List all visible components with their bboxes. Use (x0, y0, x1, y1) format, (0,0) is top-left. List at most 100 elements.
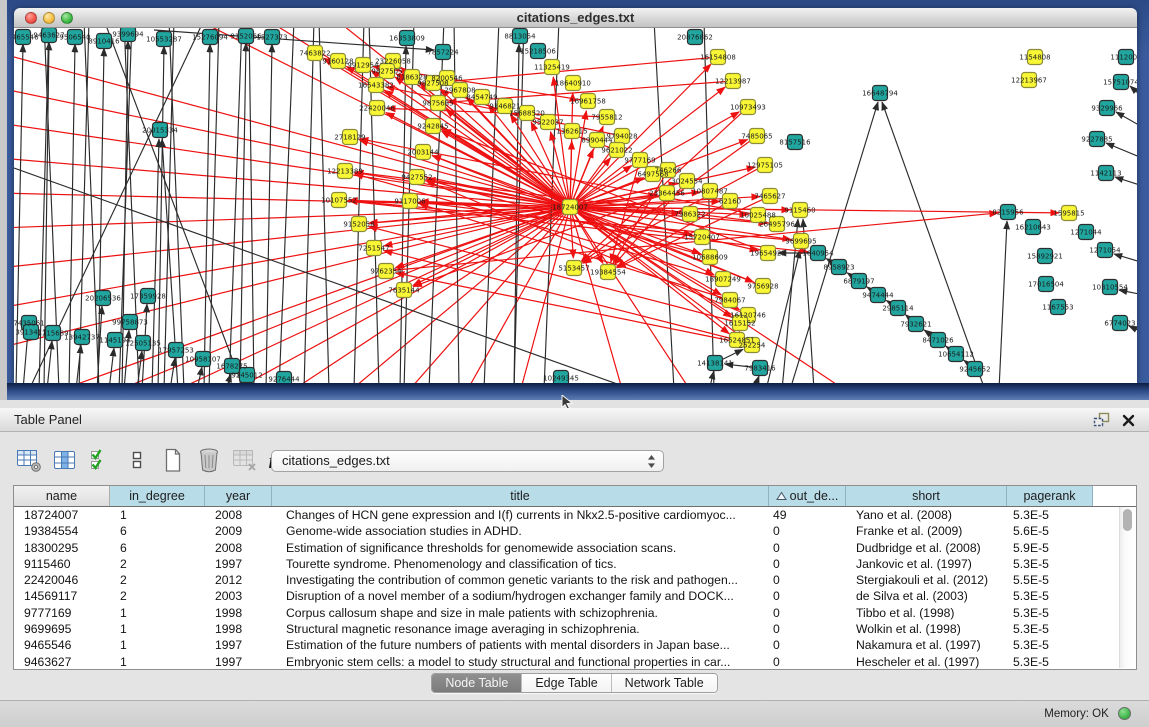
table-row[interactable]: 911546021997Tourette syndrome. Phenomeno… (14, 556, 1136, 572)
graph-node-label: 12505135 (125, 339, 161, 347)
graph-node-label: 9117006 (394, 197, 426, 205)
graph-node-label: 10310554 (1092, 283, 1128, 291)
table-row[interactable]: 1830029562008Estimation of significance … (14, 540, 1136, 556)
float-panel-icon[interactable] (1093, 412, 1110, 428)
table-row[interactable]: 1872400712008Changes of HCN gene express… (14, 507, 1136, 523)
minimize-button[interactable] (43, 12, 55, 24)
vertical-scrollbar[interactable] (1119, 507, 1134, 668)
cell-title: Estimation of the future numbers of pati… (272, 637, 769, 653)
graph-node-label: 9245012 (231, 371, 262, 379)
cell-name: 18724007 (14, 507, 110, 523)
graph-node-label: 9152058 (343, 220, 374, 228)
graph-node-label: 17359928 (130, 292, 166, 300)
cell-pagerank: 5.3E-5 (1007, 654, 1093, 670)
table-settings-icon[interactable] (14, 445, 44, 475)
tab-node-table[interactable]: Node Table (432, 674, 522, 692)
graph-node-label: 2003144 (407, 148, 439, 156)
cell-pagerank: 5.3E-5 (1007, 556, 1093, 572)
graph-node-label: 22420046 (359, 104, 395, 112)
cell-year: 2009 (205, 523, 272, 539)
panel-splitter[interactable] (0, 400, 1149, 408)
graph-node-label: 10688609 (692, 253, 728, 261)
cell-in_degree: 6 (110, 523, 205, 539)
window-titlebar[interactable]: citations_edges.txt (14, 8, 1137, 28)
column-header-name[interactable]: name (14, 486, 110, 506)
graph-node-label: 8958923 (823, 263, 854, 271)
tab-edge-table[interactable]: Edge Table (522, 674, 611, 692)
column-header-title[interactable]: title (272, 486, 769, 506)
citation-network-graph[interactable]: 1872400774638229160128991295423226058982… (14, 28, 1137, 383)
cell-out_de: 0 (769, 523, 846, 539)
table-select-dropdown[interactable]: citations_edges.txt (271, 450, 664, 472)
column-header-label: name (46, 486, 77, 506)
graph-node-label: 9329966 (1091, 104, 1123, 112)
table-row[interactable]: 946554611997Estimation of the future num… (14, 637, 1136, 653)
zoom-button[interactable] (61, 12, 73, 24)
graph-node-label: 9762354 (370, 267, 402, 275)
cell-pagerank: 5.6E-5 (1007, 523, 1093, 539)
table-toolbar: f(x) (14, 442, 302, 478)
cell-in_degree: 1 (110, 507, 205, 523)
delete-table-icon[interactable] (194, 445, 224, 475)
cell-short: Franke et al. (2009) (846, 523, 1007, 539)
cell-pagerank: 5.5E-5 (1007, 572, 1093, 588)
close-panel-icon[interactable] (1122, 414, 1135, 427)
cell-in_degree: 1 (110, 637, 205, 653)
column-insert-icon[interactable] (50, 445, 80, 475)
graph-node-label: 17957253 (158, 346, 194, 354)
network-canvas[interactable]: 1872400774638229160128991295423226058982… (14, 28, 1137, 383)
cell-year: 1997 (205, 654, 272, 670)
close-button[interactable] (25, 12, 37, 24)
graph-node-label: 1271044 (1070, 228, 1102, 236)
graph-node-label: 15892921 (1027, 252, 1063, 260)
table-row[interactable]: 1938455462009Genome-wide association stu… (14, 523, 1136, 539)
table-row[interactable]: 946362711997Embryonic stem cells: a mode… (14, 654, 1136, 670)
column-header-in_degree[interactable]: in_degree (110, 486, 205, 506)
graph-node-label: 1595815 (1053, 209, 1084, 217)
scrollbar-thumb[interactable] (1123, 509, 1132, 531)
graph-node-label: 9875685 (422, 99, 453, 107)
cell-pagerank: 5.3E-5 (1007, 637, 1093, 653)
column-header-short[interactable]: short (846, 486, 1007, 506)
graph-node-label: 23226058 (375, 57, 411, 65)
column-header-label: out_de... (790, 486, 839, 506)
graph-node-label: 10025488 (740, 211, 776, 219)
graph-node-label: 8215956 (992, 208, 1024, 216)
sort-ascending-icon (776, 491, 787, 501)
cell-in_degree: 2 (110, 556, 205, 572)
cell-title: Embryonic stem cells: a model to study s… (272, 654, 769, 670)
cell-year: 2012 (205, 572, 272, 588)
new-document-icon[interactable] (158, 445, 188, 475)
graph-node-label: 7984067 (714, 296, 745, 304)
cell-short: Nakamura et al. (1997) (846, 637, 1007, 653)
cell-out_de: 0 (769, 621, 846, 637)
graph-node-label: 11325419 (534, 63, 570, 71)
table-row[interactable]: 977716911998Corpus callosum shape and si… (14, 605, 1136, 621)
table-panel-header: Table Panel (0, 408, 1149, 432)
graph-node-label: 19384554 (590, 268, 626, 276)
graph-node-label: 9777169 (624, 156, 655, 164)
graph-node-label: 10249345 (543, 374, 579, 382)
graph-node-label: 16120746 (730, 311, 766, 319)
graph-node-label: 7986322 (674, 210, 705, 218)
column-header-pagerank[interactable]: pagerank (1007, 486, 1093, 506)
table-body: 1872400712008Changes of HCN gene express… (14, 507, 1136, 670)
table-row[interactable]: 2242004622012Investigating the contribut… (14, 572, 1136, 588)
graph-node-label: 9621022 (601, 146, 632, 154)
table-row[interactable]: 969969511998Structural magnetic resonanc… (14, 621, 1136, 637)
row-merge-icon[interactable] (122, 445, 152, 475)
graph-node-label: 17016504 (1028, 280, 1064, 288)
cell-out_de: 0 (769, 654, 846, 670)
cell-name: 9777169 (14, 605, 110, 621)
graph-node-label: 1167553 (1042, 303, 1073, 311)
graph-node-label: 16648794 (862, 89, 898, 97)
tab-network-table[interactable]: Network Table (612, 674, 717, 692)
column-check-icon[interactable] (86, 445, 116, 475)
cell-year: 2008 (205, 507, 272, 523)
table-row[interactable]: 1456911722003Disruption of a novel membe… (14, 588, 1136, 604)
graph-node-label: 8157516 (779, 138, 811, 146)
graph-node-label: 1527373 (256, 33, 287, 41)
column-header-year[interactable]: year (205, 486, 272, 506)
cell-name: 22420046 (14, 572, 110, 588)
column-header-out_de[interactable]: out_de... (769, 486, 846, 506)
